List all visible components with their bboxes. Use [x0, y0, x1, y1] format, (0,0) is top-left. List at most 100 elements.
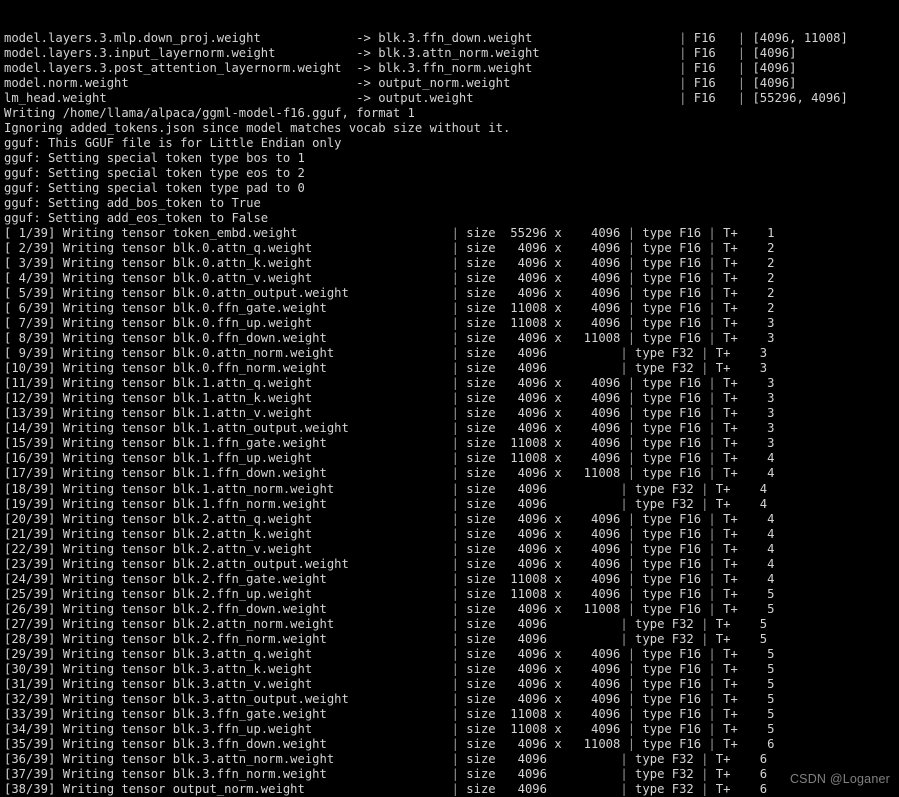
column-separator: |: [451, 331, 459, 346]
tensor-mapping-line: model.layers.3.mlp.down_proj.weight -> b…: [4, 31, 848, 46]
column-separator: |: [708, 706, 716, 721]
watermark: CSDN @Loganer: [789, 772, 890, 786]
column-separator: |: [451, 241, 459, 256]
column-separator: |: [701, 631, 709, 646]
column-separator: |: [708, 511, 716, 526]
column-separator: |: [451, 421, 459, 436]
tensor-write-line: [18/39] Writing tensor blk.1.attn_norm.w…: [4, 481, 768, 496]
column-separator: |: [701, 481, 709, 496]
column-separator: |: [679, 76, 687, 91]
column-separator: |: [451, 601, 459, 616]
tensor-write-line: [ 4/39] Writing tensor blk.0.attn_v.weig…: [4, 271, 775, 286]
tensor-write-line: [38/39] Writing tensor output_norm.weigh…: [4, 781, 768, 796]
column-separator: |: [627, 586, 636, 601]
tensor-write-line: [26/39] Writing tensor blk.2.ffn_down.we…: [4, 601, 775, 616]
tensor-write-line: [ 5/39] Writing tensor blk.0.attn_output…: [4, 286, 775, 301]
column-separator: |: [701, 751, 709, 766]
column-separator: |: [708, 586, 716, 601]
column-separator: |: [708, 316, 716, 331]
tensor-write-line: [20/39] Writing tensor blk.2.attn_q.weig…: [4, 511, 775, 526]
column-separator: |: [708, 661, 716, 676]
column-separator: |: [627, 511, 636, 526]
column-separator: |: [627, 391, 636, 406]
tensor-write-line: [ 2/39] Writing tensor blk.0.attn_q.weig…: [4, 241, 775, 256]
tensor-write-line: [15/39] Writing tensor blk.1.ffn_gate.we…: [4, 436, 775, 451]
column-separator: |: [451, 391, 459, 406]
column-separator: |: [451, 346, 459, 361]
column-separator: |: [679, 91, 687, 106]
tensor-write-line: [22/39] Writing tensor blk.2.attn_v.weig…: [4, 541, 775, 556]
column-separator: |: [627, 331, 636, 346]
column-separator: |: [737, 76, 746, 91]
column-separator: |: [627, 601, 636, 616]
column-separator: |: [627, 376, 636, 391]
column-separator: |: [451, 766, 459, 781]
column-separator: |: [701, 766, 709, 781]
tensor-write-line: [17/39] Writing tensor blk.1.ffn_down.we…: [4, 466, 775, 481]
tensor-write-line: [36/39] Writing tensor blk.3.attn_norm.w…: [4, 751, 768, 766]
column-separator: |: [627, 451, 636, 466]
tensor-write-line: [30/39] Writing tensor blk.3.attn_k.weig…: [4, 661, 775, 676]
column-separator: |: [708, 406, 716, 421]
column-separator: |: [620, 631, 628, 646]
column-separator: |: [708, 646, 716, 661]
tensor-write-line: [14/39] Writing tensor blk.1.attn_output…: [4, 421, 775, 436]
column-separator: |: [708, 556, 716, 571]
column-separator: |: [451, 781, 459, 796]
column-separator: |: [708, 736, 716, 751]
column-separator: |: [451, 541, 459, 556]
tensor-write-line: [ 3/39] Writing tensor blk.0.attn_k.weig…: [4, 256, 775, 271]
tensor-write-line: [21/39] Writing tensor blk.2.attn_k.weig…: [4, 526, 775, 541]
tensor-mapping-line: model.norm.weight -> output_norm.weight …: [4, 76, 797, 91]
tensor-write-line: [33/39] Writing tensor blk.3.ffn_gate.we…: [4, 706, 775, 721]
column-separator: |: [620, 781, 628, 796]
column-separator: |: [627, 556, 636, 571]
column-separator: |: [708, 271, 716, 286]
log-line: gguf: Setting add_eos_token to False: [4, 211, 269, 226]
column-separator: |: [627, 706, 636, 721]
column-separator: |: [620, 751, 628, 766]
column-separator: |: [620, 766, 628, 781]
tensor-write-line: [13/39] Writing tensor blk.1.attn_v.weig…: [4, 406, 775, 421]
tensor-write-line: [31/39] Writing tensor blk.3.attn_v.weig…: [4, 676, 775, 691]
column-separator: |: [451, 661, 459, 676]
column-separator: |: [620, 616, 628, 631]
column-separator: |: [627, 301, 636, 316]
column-separator: |: [708, 721, 716, 736]
column-separator: |: [708, 436, 716, 451]
tensor-write-line: [28/39] Writing tensor blk.2.ffn_norm.we…: [4, 631, 768, 646]
column-separator: |: [627, 571, 636, 586]
column-separator: |: [451, 556, 459, 571]
log-line: gguf: This GGUF file is for Little Endia…: [4, 136, 342, 151]
column-separator: |: [708, 526, 716, 541]
column-separator: |: [701, 346, 709, 361]
column-separator: |: [620, 496, 628, 511]
column-separator: |: [451, 226, 459, 241]
column-separator: |: [701, 361, 709, 376]
tensor-write-line: [10/39] Writing tensor blk.0.ffn_norm.we…: [4, 361, 768, 376]
column-separator: |: [451, 571, 459, 586]
column-separator: |: [451, 646, 459, 661]
column-separator: |: [451, 631, 459, 646]
column-separator: |: [627, 466, 636, 481]
tensor-mapping-line: lm_head.weight -> output.weight | F16 | …: [4, 91, 848, 106]
column-separator: |: [737, 46, 746, 61]
column-separator: |: [627, 256, 636, 271]
tensor-write-line: [ 9/39] Writing tensor blk.0.attn_norm.w…: [4, 346, 768, 361]
terminal-output: model.layers.3.mlp.down_proj.weight -> b…: [0, 0, 899, 797]
column-separator: |: [701, 781, 709, 796]
column-separator: |: [708, 391, 716, 406]
tensor-mapping-line: model.layers.3.input_layernorm.weight ->…: [4, 46, 797, 61]
column-separator: |: [627, 271, 636, 286]
column-separator: |: [627, 736, 636, 751]
tensor-write-line: [ 1/39] Writing tensor token_embd.weight…: [4, 226, 775, 241]
column-separator: |: [451, 451, 459, 466]
column-separator: |: [627, 436, 636, 451]
column-separator: |: [451, 406, 459, 421]
column-separator: |: [737, 31, 746, 46]
tensor-write-line: [29/39] Writing tensor blk.3.attn_q.weig…: [4, 646, 775, 661]
column-separator: |: [620, 361, 628, 376]
column-separator: |: [679, 31, 687, 46]
column-separator: |: [451, 301, 459, 316]
column-separator: |: [708, 376, 716, 391]
